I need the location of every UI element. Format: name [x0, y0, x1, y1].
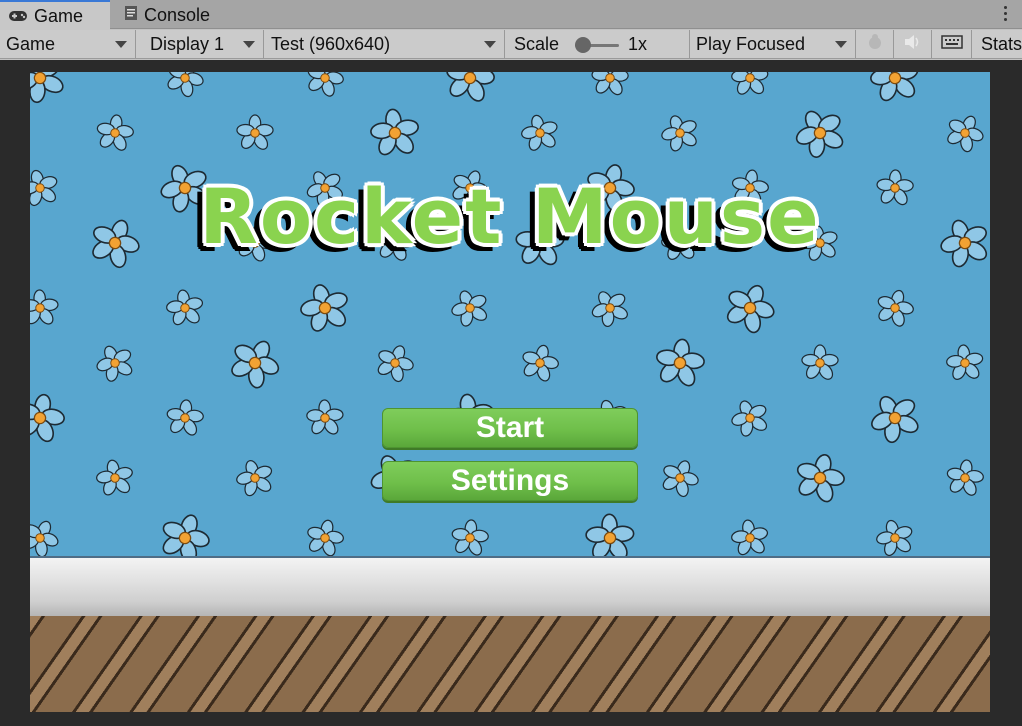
flower-icon — [449, 517, 491, 556]
flower-icon — [30, 389, 69, 448]
mute-audio-button[interactable] — [894, 30, 932, 58]
flower-icon — [590, 72, 630, 99]
flower-icon — [441, 72, 498, 107]
flower-icon — [871, 285, 918, 332]
flower-icon — [584, 512, 636, 556]
flower-icon — [940, 108, 990, 159]
start-button[interactable]: Start — [382, 408, 638, 448]
flower-icon — [655, 454, 704, 503]
display-dropdown[interactable]: Display 1 — [144, 30, 264, 58]
baseboard — [30, 556, 990, 616]
flower-icon — [445, 283, 495, 333]
tab-label: Game — [34, 5, 84, 26]
play-mode-value: Play Focused — [696, 33, 806, 54]
flower-icon — [160, 72, 210, 103]
flower-icon — [305, 398, 345, 439]
scale-value: 1x — [628, 33, 648, 54]
view-mode-value: Game — [6, 33, 56, 54]
speaker-icon — [903, 33, 923, 56]
play-mode-dropdown[interactable]: Play Focused — [690, 30, 856, 58]
flower-icon — [717, 276, 782, 341]
flower-icon — [866, 72, 925, 108]
frame-debugger-button[interactable] — [856, 30, 894, 58]
settings-button[interactable]: Settings — [382, 461, 638, 501]
flower-icon — [652, 335, 708, 392]
flower-icon — [231, 454, 279, 503]
scale-label: Scale — [514, 33, 560, 54]
flower-icon — [221, 330, 288, 397]
flower-icon — [656, 109, 705, 158]
flower-icon — [944, 457, 986, 500]
game-view-toolbar: Game Display 1 Test (960x640) Scale 1x P… — [0, 30, 1022, 59]
flower-icon — [236, 114, 274, 153]
game-title: Rocket Mouse — [199, 172, 821, 261]
flower-icon — [301, 72, 348, 102]
editor-tab-strip: Game Console — [0, 0, 1022, 30]
flower-icon — [30, 72, 74, 113]
resolution-dropdown[interactable]: Test (960x640) — [265, 30, 505, 58]
scale-slider-handle[interactable] — [575, 37, 591, 53]
flower-icon — [944, 342, 986, 385]
flower-icon — [302, 515, 348, 556]
flower-icon — [367, 105, 423, 162]
console-icon — [124, 5, 138, 26]
flower-icon — [153, 506, 217, 556]
stats-button[interactable]: Stats — [975, 30, 1022, 58]
tab-console[interactable]: Console — [118, 0, 228, 30]
flower-icon — [370, 339, 419, 388]
flower-icon — [294, 277, 356, 340]
tab-game[interactable]: Game — [0, 0, 110, 30]
bug-icon — [865, 32, 885, 57]
chevron-down-icon — [835, 41, 847, 48]
flower-icon — [94, 112, 136, 155]
flower-icon — [90, 338, 140, 389]
flower-icon — [728, 516, 772, 556]
flower-icon — [517, 110, 563, 157]
flower-icon — [30, 513, 65, 556]
resolution-value: Test (960x640) — [271, 33, 391, 54]
chevron-down-icon — [484, 41, 496, 48]
flower-icon — [872, 515, 919, 556]
flower-icon — [163, 286, 207, 331]
flower-icon — [93, 456, 137, 501]
chevron-down-icon — [243, 41, 255, 48]
flower-icon — [517, 340, 563, 387]
flower-icon — [790, 448, 850, 509]
display-value: Display 1 — [150, 33, 225, 54]
flower-icon — [30, 288, 60, 329]
flower-icon — [584, 282, 636, 334]
keyboard-icon — [940, 34, 963, 55]
more-options-icon[interactable] — [1004, 4, 1010, 24]
stats-label: Stats — [981, 33, 1022, 54]
chevron-down-icon — [115, 41, 127, 48]
flower-icon — [861, 384, 929, 453]
view-mode-dropdown[interactable]: Game — [0, 30, 136, 58]
game-scene: Rocket Mouse Start Settings — [30, 72, 990, 712]
flower-icon — [729, 72, 771, 99]
tab-label: Console — [144, 4, 211, 25]
wooden-floor — [30, 616, 990, 712]
flower-icon — [787, 100, 854, 167]
flower-icon — [725, 393, 775, 443]
flower-icon — [164, 397, 206, 439]
shortcuts-button[interactable] — [932, 30, 972, 58]
gamepad-icon — [8, 6, 28, 27]
flower-icon — [801, 344, 839, 383]
